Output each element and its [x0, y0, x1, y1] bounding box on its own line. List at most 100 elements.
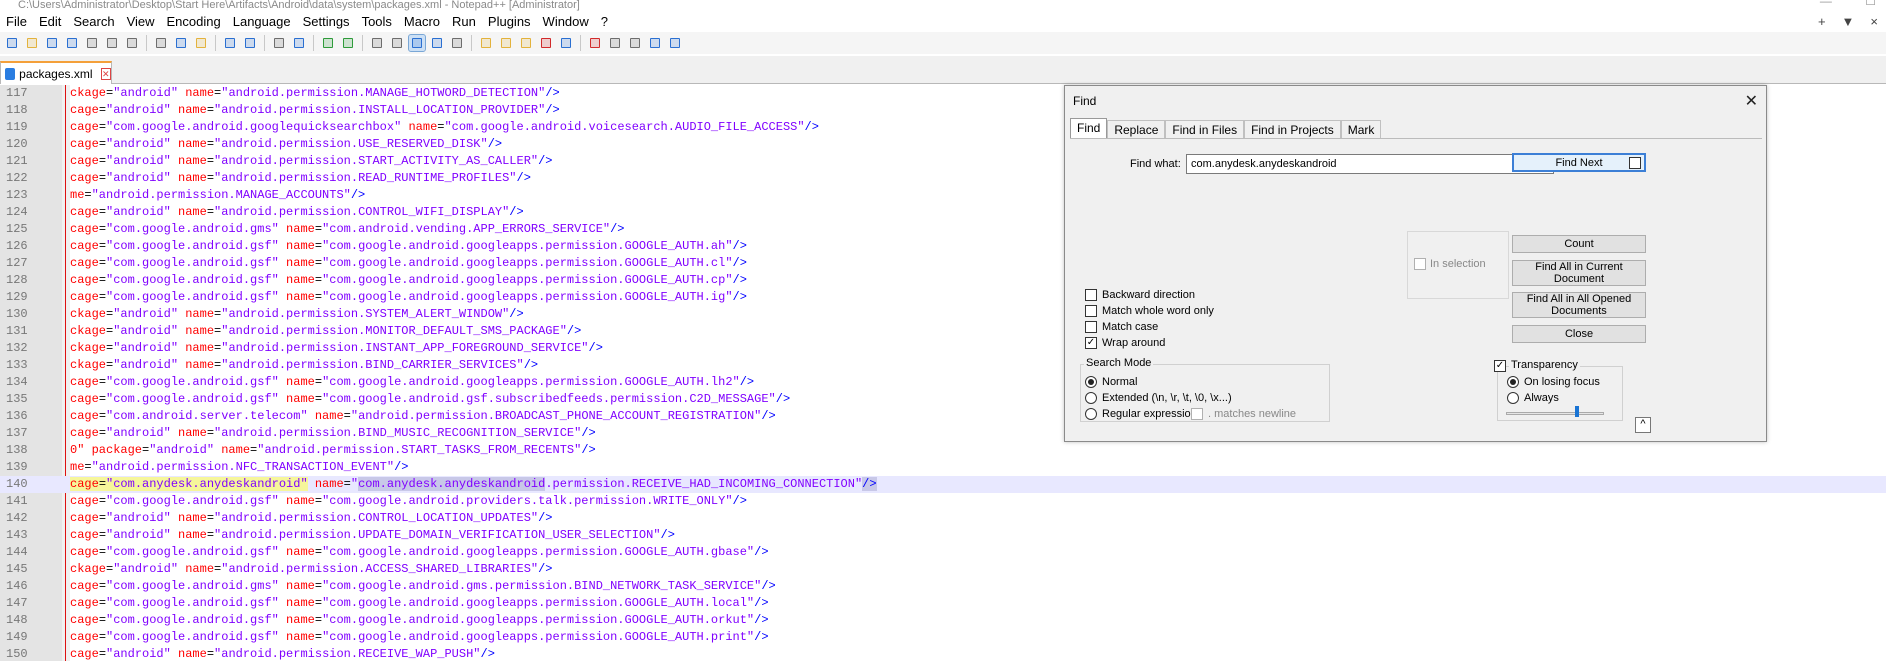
menu-settings[interactable]: Settings: [297, 12, 356, 32]
user-defined-lang-icon[interactable]: [478, 35, 494, 51]
save-icon[interactable]: [44, 35, 60, 51]
on-losing-focus-radio[interactable]: [1507, 376, 1519, 388]
undo-icon[interactable]: [222, 35, 238, 51]
monitoring-icon[interactable]: [558, 35, 574, 51]
find-next-button[interactable]: Find Next: [1512, 153, 1646, 172]
copy-icon[interactable]: [173, 35, 189, 51]
doc-map-icon[interactable]: [498, 35, 514, 51]
find-next-checkbox[interactable]: [1629, 157, 1641, 169]
sync-vertical-icon[interactable]: [369, 35, 385, 51]
tab-mark[interactable]: Mark: [1340, 120, 1382, 138]
record-macro-icon[interactable]: [587, 35, 603, 51]
menu-macro[interactable]: Macro: [398, 12, 446, 32]
menu-language[interactable]: Language: [227, 12, 297, 32]
code-line[interactable]: 146 cage="com.google.android.gms" name="c…: [0, 578, 1886, 595]
tab-list-icon[interactable]: ▼: [1842, 12, 1855, 32]
indent-guide-icon[interactable]: [449, 35, 465, 51]
menu-edit[interactable]: Edit: [33, 12, 67, 32]
code-line[interactable]: 147 cage="com.google.android.gsf" name="c…: [0, 595, 1886, 612]
find-what-input[interactable]: com.anydesk.anydeskandroid ⌵: [1186, 154, 1554, 174]
count-button[interactable]: Count: [1512, 235, 1646, 253]
line-number: 127: [6, 256, 28, 270]
find-all-opened-button[interactable]: Find All in All Opened Documents: [1512, 292, 1646, 318]
code-line[interactable]: 149 cage="com.google.android.gsf" name="c…: [0, 629, 1886, 646]
new-file-icon[interactable]: [4, 35, 20, 51]
collapse-button[interactable]: ^: [1635, 417, 1651, 433]
always-radio[interactable]: [1507, 392, 1519, 404]
code-line[interactable]: 148 cage="com.google.android.gsf" name="c…: [0, 612, 1886, 629]
cut-icon[interactable]: [153, 35, 169, 51]
menu-plugins[interactable]: Plugins: [482, 12, 537, 32]
code-line[interactable]: 150 cage="android" name="android.permissi…: [0, 646, 1886, 663]
play-macro-icon[interactable]: [627, 35, 643, 51]
close-icon[interactable]: [84, 35, 100, 51]
menu-encoding[interactable]: Encoding: [161, 12, 227, 32]
find-icon[interactable]: [271, 35, 287, 51]
normal-radio[interactable]: [1085, 376, 1097, 388]
transparency-slider-thumb[interactable]: [1574, 406, 1579, 417]
transparency-checkbox[interactable]: ✓: [1494, 360, 1506, 372]
wrap-around-checkbox[interactable]: ✓: [1085, 337, 1097, 349]
menu-tools[interactable]: Tools: [356, 12, 398, 32]
line-number: 137: [6, 426, 28, 440]
code-text: cage="android" name="android.permission.…: [70, 647, 495, 661]
toolbar-separator: [580, 35, 581, 51]
code-line[interactable]: 143 cage="android" name="android.permissi…: [0, 527, 1886, 544]
match-case-checkbox[interactable]: [1085, 321, 1097, 333]
line-number: 136: [6, 409, 28, 423]
code-line[interactable]: 144 cage="com.google.android.gsf" name="c…: [0, 544, 1886, 561]
zoom-out-icon[interactable]: [340, 35, 356, 51]
transparency-slider[interactable]: [1506, 412, 1604, 415]
backward-direction-checkbox[interactable]: [1085, 289, 1097, 301]
menu-window[interactable]: Window: [537, 12, 595, 32]
sync-horizontal-icon[interactable]: [389, 35, 405, 51]
in-selection-checkbox[interactable]: [1414, 258, 1426, 270]
close-button[interactable]: Close: [1512, 325, 1646, 343]
save-macro-icon[interactable]: [667, 35, 683, 51]
tab-find-in-projects[interactable]: Find in Projects: [1244, 120, 1341, 138]
folder-workspace-icon[interactable]: [538, 35, 554, 51]
word-wrap-icon[interactable]: [408, 34, 426, 52]
close-icon[interactable]: ✕: [1745, 91, 1758, 111]
tab-find[interactable]: Find: [1070, 118, 1108, 139]
menu-search[interactable]: Search: [67, 12, 120, 32]
tab-find-in-files[interactable]: Find in Files: [1165, 120, 1245, 138]
menu-file[interactable]: File: [4, 12, 33, 32]
menu-help[interactable]: ?: [595, 12, 614, 32]
zoom-in-icon[interactable]: [320, 35, 336, 51]
code-line[interactable]: 140 cage="com.anydesk.anydeskandroid" nam…: [0, 476, 1886, 493]
line-number: 124: [6, 205, 28, 219]
redo-icon[interactable]: [242, 35, 258, 51]
code-text: cage="com.android.server.telecom" name="…: [70, 409, 776, 423]
open-file-icon[interactable]: [24, 35, 40, 51]
regex-radio[interactable]: [1085, 408, 1097, 420]
paste-icon[interactable]: [193, 35, 209, 51]
maximize-button[interactable]: ☐: [1865, 0, 1876, 8]
save-all-icon[interactable]: [64, 35, 80, 51]
matches-newline-checkbox[interactable]: [1191, 408, 1203, 420]
code-line[interactable]: 145 ckage="android" name="android.permiss…: [0, 561, 1886, 578]
code-line[interactable]: 142 cage="android" name="android.permissi…: [0, 510, 1886, 527]
match-whole-word-checkbox[interactable]: [1085, 305, 1097, 317]
code-text: cage="com.google.android.gsf" name="com.…: [70, 630, 769, 644]
menu-view[interactable]: View: [121, 12, 161, 32]
find-all-current-button[interactable]: Find All in Current Document: [1512, 260, 1646, 286]
minimize-button[interactable]: —: [1820, 0, 1832, 8]
tab-replace[interactable]: Replace: [1107, 120, 1166, 138]
extended-radio[interactable]: [1085, 392, 1097, 404]
new-tab-icon[interactable]: +: [1818, 12, 1826, 32]
close-tab-icon[interactable]: ✕: [100, 67, 111, 80]
menu-run[interactable]: Run: [446, 12, 482, 32]
code-line[interactable]: 138 0" package="android" name="android.pe…: [0, 442, 1886, 459]
stop-record-icon[interactable]: [607, 35, 623, 51]
replace-icon[interactable]: [291, 35, 307, 51]
function-list-icon[interactable]: [518, 35, 534, 51]
play-multiple-icon[interactable]: [647, 35, 663, 51]
close-doc-icon[interactable]: ×: [1870, 12, 1878, 32]
code-line[interactable]: 141 cage="com.google.android.gsf" name="c…: [0, 493, 1886, 510]
close-all-icon[interactable]: [104, 35, 120, 51]
tab-packages-xml[interactable]: packages.xml ✕: [0, 61, 112, 84]
show-all-chars-icon[interactable]: [429, 35, 445, 51]
code-line[interactable]: 139 me="android.permission.NFC_TRANSACTIO…: [0, 459, 1886, 476]
print-icon[interactable]: [124, 35, 140, 51]
